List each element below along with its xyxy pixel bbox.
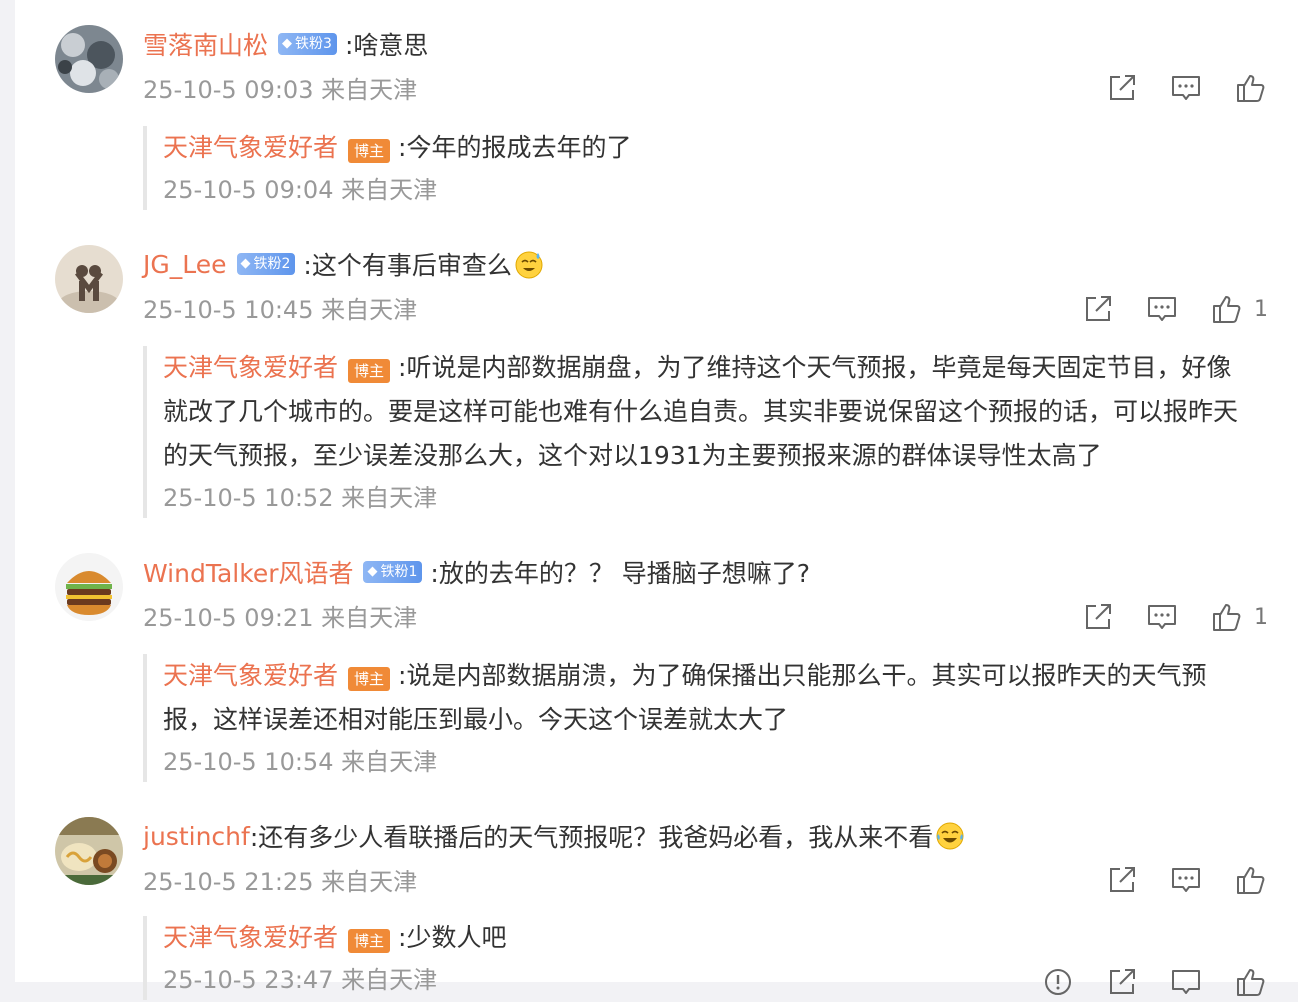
share-icon [1110, 969, 1135, 994]
laugh-cry-emoji [936, 822, 964, 850]
diamond-icon: ◆ [282, 36, 293, 51]
reply-username-link[interactable]: 天津气象爱好者 [163, 133, 338, 162]
reply-line: 天津气象爱好者 博主 :今年的报成去年的了 [163, 126, 1253, 170]
comment-icon [1172, 868, 1200, 892]
comment-meta: 25-10-5 21:25 来自天津 [143, 868, 418, 896]
comment-header: justinchf:还有多少人看联播后的天气预报呢？我爸妈必看，我从来不看 [143, 818, 965, 854]
like-button[interactable] [1206, 289, 1246, 329]
fan-badge-label: 铁粉2 [253, 256, 291, 272]
comments-panel: 雪落南山松 ◆ 铁粉3 :啥意思 25-10-5 09:03 来自天津 天津气象爱… [15, 0, 1298, 1000]
share-icon [1086, 604, 1111, 629]
fan-badge-label: 铁粉3 [295, 36, 332, 52]
comment-meta: 25-10-5 10:45 来自天津 [143, 296, 418, 324]
fan-badge-label: 铁粉1 [380, 564, 418, 580]
comment-button[interactable] [1142, 597, 1182, 637]
username-link[interactable]: 雪落南山松 [143, 26, 268, 62]
report-button[interactable] [1038, 962, 1078, 1002]
diamond-icon: ◆ [367, 564, 378, 579]
avatar[interactable] [55, 245, 123, 313]
share-button[interactable] [1078, 597, 1118, 637]
thumbs-up-icon [1213, 296, 1241, 323]
comment-button[interactable] [1142, 289, 1182, 329]
reply-block: 天津气象爱好者 博主:听说是内部数据崩盘，为了维持这个天气预报，毕竟是每天固定节目… [143, 346, 1253, 518]
comment-actions: 1 [1054, 289, 1270, 329]
comment-text: :这个有事后审查么 [303, 251, 512, 280]
host-badge: 博主 [348, 667, 391, 691]
share-button[interactable] [1102, 860, 1142, 900]
avatar[interactable] [55, 25, 123, 93]
host-badge: 博主 [348, 359, 391, 383]
thumbs-up-icon [1237, 867, 1265, 894]
reply-username-link[interactable]: 天津气象爱好者 [163, 923, 338, 952]
reply-meta: 25-10-5 09:04 来自天津 [163, 176, 438, 204]
like-button[interactable] [1230, 860, 1270, 900]
host-badge: 博主 [348, 929, 391, 953]
comment-text: :啥意思 [344, 31, 429, 60]
comment-header: WindTalker风语者 ◆ 铁粉1 :放的去年的？？ 导播脑子想嘛了? [143, 554, 810, 590]
reply-block: 天津气象爱好者 博主 :今年的报成去年的了 25-10-5 09:04 来自天津 [143, 126, 1253, 210]
reply-meta: 25-10-5 10:54 来自天津 [163, 748, 438, 776]
avatar[interactable] [55, 817, 123, 885]
fan-badge[interactable]: ◆ 铁粉1 [363, 561, 423, 583]
host-badge: 博主 [348, 139, 391, 163]
avatar-image [55, 25, 123, 93]
thumbs-up-icon [1237, 75, 1265, 102]
thumbs-up-icon [1237, 969, 1265, 996]
share-button[interactable] [1102, 962, 1142, 1002]
avatar-image [55, 817, 123, 885]
diamond-icon: ◆ [240, 256, 251, 271]
comment-icon [1148, 297, 1176, 321]
comment-meta: 25-10-5 09:21 来自天津 [143, 604, 418, 632]
share-button[interactable] [1102, 68, 1142, 108]
thumbs-up-icon [1213, 604, 1241, 631]
report-icon [1045, 969, 1071, 995]
share-icon [1110, 867, 1135, 892]
avatar[interactable] [55, 553, 123, 621]
reply-meta: 25-10-5 10:52 来自天津 [163, 484, 438, 512]
comment-text: :还有多少人看联播后的天气预报呢？我爸妈必看，我从来不看 [249, 823, 934, 852]
reply-username-link[interactable]: 天津气象爱好者 [163, 661, 338, 690]
comment-icon [1148, 605, 1176, 629]
like-button[interactable] [1230, 962, 1270, 1002]
reply-username-link[interactable]: 天津气象爱好者 [163, 353, 338, 382]
reply-line: 天津气象爱好者 博主:说是内部数据崩溃，为了确保播出只能那么干。其实可以报昨天的天… [163, 654, 1253, 742]
comment-actions [1078, 68, 1270, 108]
fan-badge[interactable]: ◆ 铁粉2 [236, 253, 296, 275]
comment-button[interactable] [1166, 860, 1206, 900]
comment-actions: 1 [1054, 597, 1270, 637]
comment-button[interactable] [1166, 962, 1206, 1002]
reply-line: 天津气象爱好者 博主:听说是内部数据崩盘，为了维持这个天气预报，毕竟是每天固定节目… [163, 346, 1253, 478]
share-icon [1110, 75, 1135, 100]
comment-actions [1078, 860, 1270, 900]
reply-actions [1014, 962, 1270, 1002]
avatar-image [55, 245, 123, 313]
like-count: 1 [1254, 296, 1268, 322]
share-icon [1086, 296, 1111, 321]
comment-button[interactable] [1166, 68, 1206, 108]
like-button[interactable] [1206, 597, 1246, 637]
avatar-image [55, 553, 123, 621]
sweat-smile-emoji [515, 251, 543, 279]
username-link[interactable]: WindTalker风语者 [143, 554, 353, 590]
comment-icon [1172, 970, 1200, 994]
reply-text: :少数人吧 [398, 923, 507, 952]
comment-meta: 25-10-5 09:03 来自天津 [143, 76, 418, 104]
like-button[interactable] [1230, 68, 1270, 108]
share-button[interactable] [1078, 289, 1118, 329]
comment-icon [1172, 76, 1200, 100]
fan-badge[interactable]: ◆ 铁粉3 [278, 33, 337, 55]
comment-header: 雪落南山松 ◆ 铁粉3 :啥意思 [143, 26, 428, 62]
username-link[interactable]: justinchf [143, 822, 250, 851]
comment-text: :放的去年的？？ 导播脑子想嘛了? [430, 559, 811, 588]
like-count: 1 [1254, 604, 1268, 630]
reply-line: 天津气象爱好者 博主 :少数人吧 [163, 916, 1253, 960]
reply-text: :今年的报成去年的了 [398, 133, 632, 162]
username-link[interactable]: JG_Lee [143, 250, 227, 279]
reply-block: 天津气象爱好者 博主:说是内部数据崩溃，为了确保播出只能那么干。其实可以报昨天的天… [143, 654, 1253, 782]
comment-header: JG_Lee ◆ 铁粉2 :这个有事后审查么 [143, 246, 544, 282]
